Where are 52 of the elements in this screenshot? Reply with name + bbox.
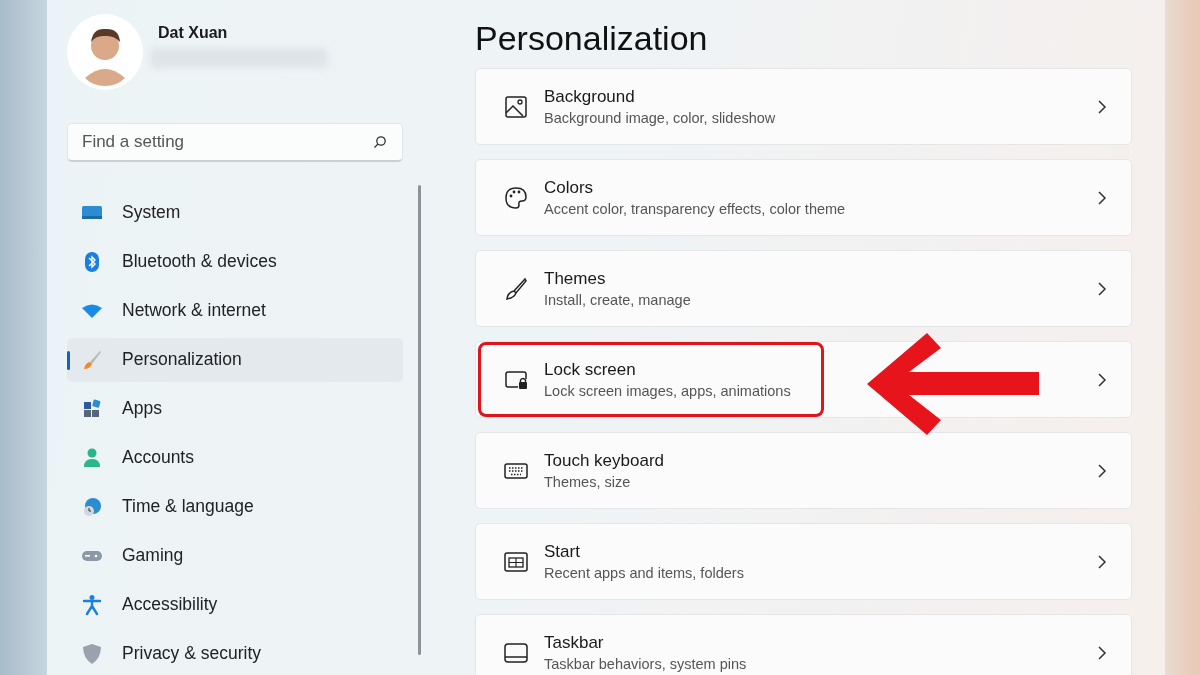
nav-item[interactable]: Time & language xyxy=(67,485,403,529)
card-title: Background xyxy=(544,87,636,107)
brush-icon xyxy=(81,348,103,371)
settings-card[interactable]: Themes Install, create, manage xyxy=(475,250,1132,327)
nav-item[interactable]: Accessibility xyxy=(67,583,403,627)
nav-item[interactable]: Privacy & security xyxy=(67,632,403,675)
chevron-right-icon xyxy=(1097,280,1107,297)
settings-card[interactable]: Lock screen Lock screen images, apps, animations xyxy=(475,341,1132,418)
shield-icon xyxy=(81,642,103,665)
card-subtitle: Lock screen images, apps, animations xyxy=(544,383,791,399)
card-title: Touch keyboard xyxy=(544,451,665,471)
settings-card[interactable]: Background Background image, color, slideshow xyxy=(475,68,1132,145)
chevron-right-icon xyxy=(1097,644,1107,661)
card-title: Colors xyxy=(544,178,595,198)
search-field[interactable]: Find a setting xyxy=(67,123,403,162)
settings-card[interactable]: Colors Accent color, transparency effects, color theme xyxy=(475,159,1132,236)
search-icon xyxy=(373,135,387,149)
card-subtitle: Accent color, transparency effects, color theme xyxy=(544,201,846,217)
palette-icon xyxy=(503,184,529,211)
apps-icon xyxy=(81,397,103,420)
avatar-icon xyxy=(67,14,143,90)
nav-item[interactable]: Personalization xyxy=(67,338,403,382)
nav-item[interactable]: Apps xyxy=(67,387,403,431)
nav-item[interactable]: System xyxy=(67,191,403,235)
card-title: Themes xyxy=(544,269,607,289)
chevron-right-icon xyxy=(1097,371,1107,388)
settings-card[interactable]: Touch keyboard Themes, size xyxy=(475,432,1132,509)
card-subtitle: Background image, color, slideshow xyxy=(544,110,776,126)
image-icon xyxy=(503,93,529,120)
card-subtitle: Taskbar behaviors, system pins xyxy=(544,656,747,672)
nav-item[interactable]: Gaming xyxy=(67,534,403,578)
chevron-right-icon xyxy=(1097,553,1107,570)
accessibility-icon xyxy=(81,593,103,616)
nav-item[interactable]: Bluetooth & devices xyxy=(67,240,403,284)
chevron-right-icon xyxy=(1097,189,1107,206)
card-subtitle: Recent apps and items, folders xyxy=(544,565,744,581)
settings-card[interactable]: Start Recent apps and items, folders xyxy=(475,523,1132,600)
card-title: Start xyxy=(544,542,581,562)
person-icon xyxy=(81,446,103,469)
chevron-right-icon xyxy=(1097,98,1107,115)
scrollbar[interactable] xyxy=(418,185,421,655)
page-title: Personalization xyxy=(475,18,709,58)
chevron-right-icon xyxy=(1097,462,1107,479)
nav-item[interactable]: Network & internet xyxy=(67,289,403,333)
brush-icon xyxy=(503,275,529,302)
settings-card[interactable]: Taskbar Taskbar behaviors, system pins xyxy=(475,614,1132,675)
card-title: Taskbar xyxy=(544,633,605,653)
user-name: Dat Xuan xyxy=(158,24,229,42)
nav-item[interactable]: Accounts xyxy=(67,436,403,480)
card-subtitle: Themes, size xyxy=(544,474,632,490)
card-title: Lock screen xyxy=(544,360,637,380)
card-subtitle: Install, create, manage xyxy=(544,292,691,308)
